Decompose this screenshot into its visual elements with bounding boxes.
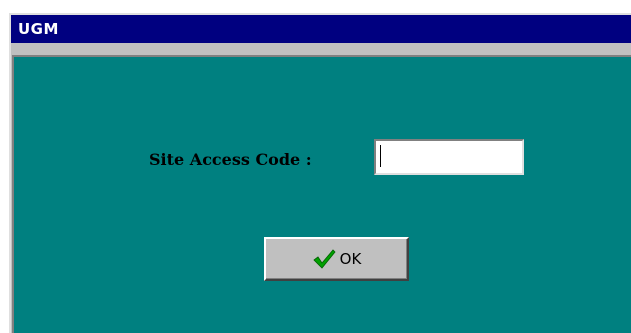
site-access-code-input[interactable] bbox=[374, 139, 524, 175]
text-caret bbox=[380, 145, 381, 167]
dialog-body: Site Access Code : OK bbox=[12, 55, 631, 333]
site-access-code-label: Site Access Code : bbox=[149, 150, 312, 169]
dialog-window: UGM Site Access Code : OK bbox=[9, 13, 631, 333]
ok-button[interactable]: OK bbox=[264, 237, 409, 281]
title-bar[interactable]: UGM bbox=[11, 15, 631, 43]
content-panel: Site Access Code : OK bbox=[14, 57, 631, 333]
window-title: UGM bbox=[18, 20, 59, 38]
check-icon bbox=[313, 249, 336, 269]
ok-label: OK bbox=[339, 250, 362, 268]
